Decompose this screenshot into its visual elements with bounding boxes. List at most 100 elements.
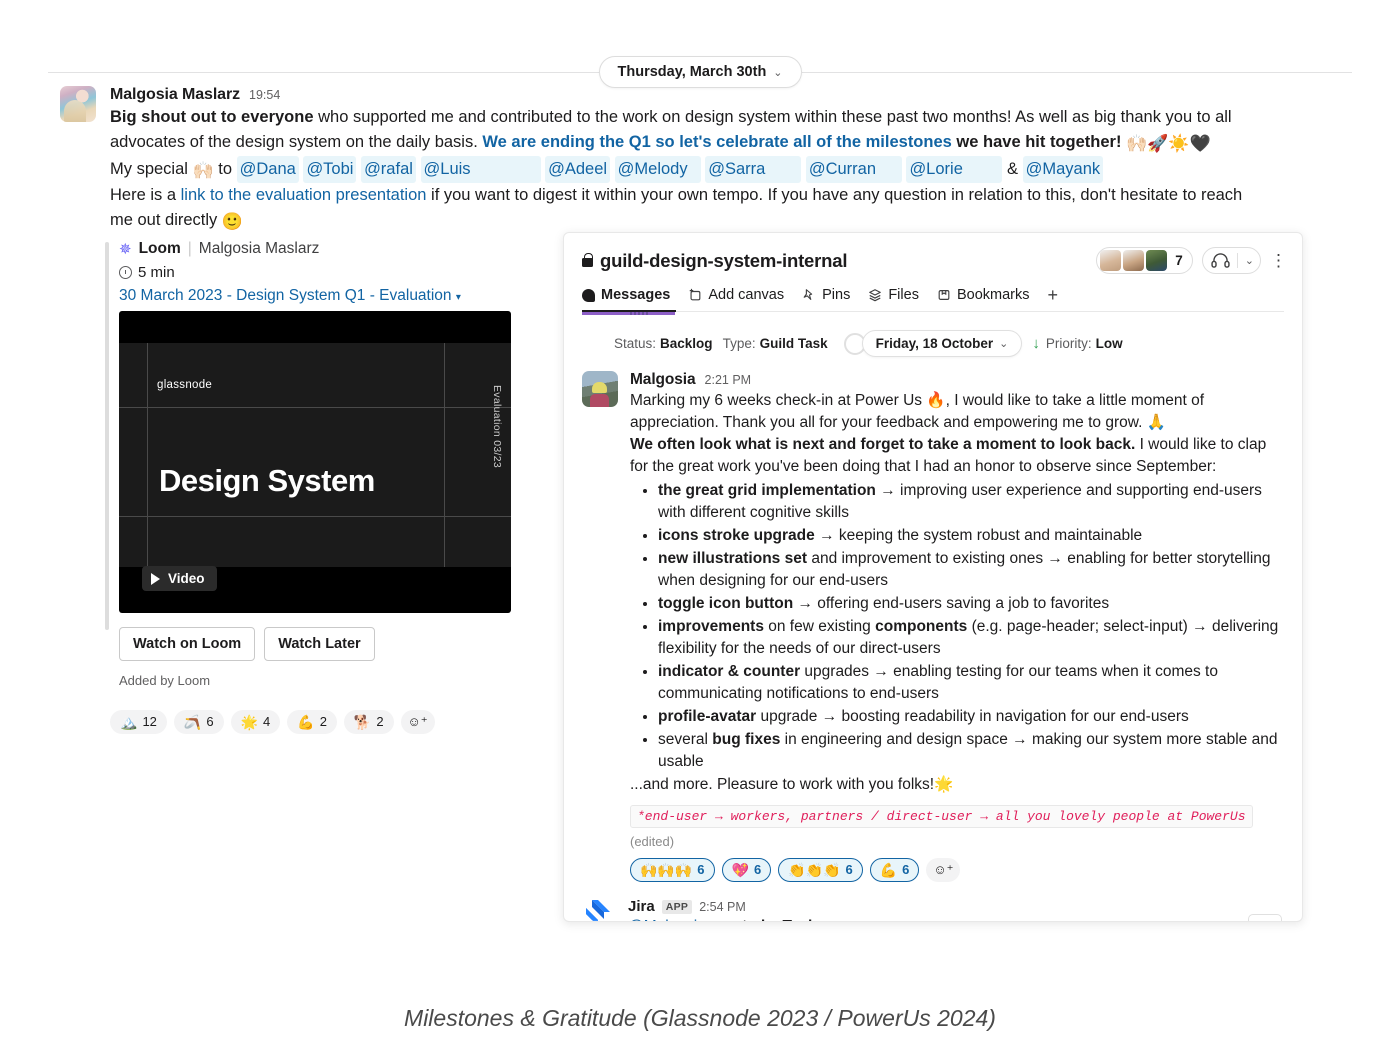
emoji-celebration: 🙌🏻🚀☀️🖤 bbox=[1126, 134, 1211, 153]
message-sender[interactable]: Malgosia bbox=[630, 371, 696, 389]
fire-icon: 🔥 bbox=[926, 392, 946, 409]
mention-sarra[interactable]: @Sarra bbox=[705, 156, 802, 183]
add-reaction-icon[interactable]: ☺⁺ bbox=[400, 710, 435, 734]
tab-files-label: Files bbox=[888, 287, 919, 303]
tab-pins[interactable]: Pins bbox=[802, 287, 850, 312]
add-reaction-icon[interactable]: ☺⁺ bbox=[926, 858, 961, 882]
tab-pins-label: Pins bbox=[822, 287, 851, 303]
avatar[interactable] bbox=[60, 86, 96, 122]
heart-reaction[interactable]: 💖 6 bbox=[721, 858, 772, 882]
boomerang-reaction-count: 6 bbox=[206, 714, 214, 729]
raised-hands-reaction[interactable]: 🙌🙌🙌 6 bbox=[630, 858, 715, 882]
text-link-milestones[interactable]: We are ending the Q1 so let's celebrate … bbox=[482, 133, 951, 151]
glowing-star-emoji-icon: 🌟 bbox=[240, 714, 259, 730]
video-badge-label: Video bbox=[168, 571, 205, 586]
muscle-reaction[interactable]: 💪 2 bbox=[287, 710, 337, 734]
text-ampersand: & bbox=[1007, 160, 1019, 178]
link-line: Here is a link to the evaluation present… bbox=[110, 183, 1265, 234]
jira-timestamp: 2:54 PM bbox=[699, 899, 746, 914]
chevron-down-icon[interactable]: ⌄ bbox=[1245, 254, 1254, 267]
type-value: Guild Task bbox=[759, 336, 828, 351]
files-icon bbox=[869, 289, 882, 302]
tab-messages-label: Messages bbox=[601, 287, 671, 303]
watch-later-button[interactable]: Watch Later bbox=[264, 627, 375, 661]
tab-bookmarks[interactable]: Bookmarks bbox=[937, 287, 1030, 312]
channel-title[interactable]: guild-design-system-internal bbox=[582, 250, 847, 272]
bullet-8-prefix: several bbox=[658, 731, 713, 748]
heart-reaction-count: 6 bbox=[753, 862, 762, 877]
clap-reaction[interactable]: 👏👏👏 6 bbox=[778, 858, 863, 882]
huddle-divider bbox=[1236, 253, 1238, 268]
chevron-down-icon[interactable]: ▾ bbox=[456, 292, 461, 303]
bullet-6-bold: indicator & counter bbox=[658, 663, 801, 680]
priority-value: Low bbox=[1095, 336, 1123, 351]
mention-mayank[interactable]: @Mayank bbox=[1022, 156, 1104, 183]
list-item: the great grid implementation → improvin… bbox=[658, 480, 1284, 524]
chevron-down-icon: ⌄ bbox=[773, 66, 783, 79]
text-bold-together: we have hit together! bbox=[951, 133, 1127, 151]
members-button[interactable]: 7 bbox=[1096, 247, 1193, 274]
message-text: Big shout out to everyone who supported … bbox=[110, 105, 1265, 234]
bullet-8-bold: bug fixes bbox=[712, 731, 781, 748]
tab-add[interactable]: + bbox=[1047, 286, 1058, 311]
slightly-smiling-face-icon: 🙂 bbox=[221, 212, 244, 231]
glowing-star-reaction[interactable]: 🌟 4 bbox=[230, 710, 281, 734]
tab-bookmarks-label: Bookmarks bbox=[956, 287, 1030, 303]
more-options-icon[interactable]: ••• bbox=[1248, 914, 1282, 921]
mention-adeel[interactable]: @Adeel bbox=[545, 156, 611, 183]
bullet-5-bold2: components bbox=[875, 618, 968, 635]
tab-files[interactable]: Files bbox=[868, 287, 919, 312]
mention-lorie[interactable]: @Lorie bbox=[906, 156, 1003, 183]
due-date-button[interactable]: Friday, 18 October ⌄ bbox=[861, 330, 1023, 357]
bookmark-icon bbox=[938, 290, 950, 300]
video-badge[interactable]: Video bbox=[142, 566, 217, 591]
muscle-reaction-count: 2 bbox=[319, 714, 327, 729]
muscle-emoji-icon: 💪 bbox=[297, 714, 315, 730]
bullet-7-rest: upgrade → boosting readability in naviga… bbox=[756, 708, 1189, 725]
jira-action-text: created a Task bbox=[706, 918, 817, 921]
message-sender[interactable]: Malgosia Maslarz bbox=[110, 86, 240, 104]
link-evaluation-presentation[interactable]: link to the evaluation presentation bbox=[181, 186, 427, 204]
slide-hline-top bbox=[119, 407, 511, 408]
loom-thumbnail[interactable]: glassnode Design System Evaluation 03/23… bbox=[119, 311, 511, 613]
loom-footer: Added by Loom bbox=[119, 673, 211, 688]
date-pill-button[interactable]: Thursday, March 30th ⌄ bbox=[598, 56, 802, 88]
tab-add-canvas[interactable]: Add canvas bbox=[688, 287, 784, 312]
mention-rafal[interactable]: @rafal bbox=[361, 156, 416, 183]
mention-curran[interactable]: @Curran bbox=[805, 156, 902, 183]
divider-rule-left bbox=[48, 71, 599, 73]
mention-tobi[interactable]: @Tobi bbox=[303, 156, 357, 183]
loom-title-link[interactable]: 30 March 2023 - Design System Q1 - Evalu… bbox=[119, 287, 535, 305]
list-item: icons stroke upgrade → keeping the syste… bbox=[658, 525, 1284, 547]
boomerang-reaction[interactable]: 🪃 6 bbox=[173, 710, 224, 734]
glassnode-logo: glassnode bbox=[157, 379, 213, 391]
loom-author: Malgosia Maslarz bbox=[198, 240, 320, 257]
muscle-reaction[interactable]: 💪 6 bbox=[869, 858, 920, 882]
mention-malgosia[interactable]: @Malgosia bbox=[628, 918, 706, 921]
mountain-reaction[interactable]: 🏔️ 12 bbox=[110, 710, 167, 734]
message-timestamp: 19:54 bbox=[249, 88, 281, 102]
dog-reaction-count: 2 bbox=[376, 714, 384, 729]
tab-add-canvas-label: Add canvas bbox=[708, 287, 785, 303]
member-count: 7 bbox=[1175, 253, 1183, 268]
para-1a: Marking my 6 weeks check-in at Power Us bbox=[630, 392, 927, 409]
priority-label: Priority: bbox=[1045, 336, 1092, 351]
avatar[interactable] bbox=[582, 371, 618, 407]
huddle-button[interactable]: ⌄ bbox=[1201, 247, 1261, 274]
loom-duration-label: 5 min bbox=[138, 264, 175, 281]
bullet-3-bold: new illustrations set bbox=[658, 550, 808, 567]
watch-on-loom-button[interactable]: Watch on Loom bbox=[119, 627, 256, 661]
raised-hands-reaction-count: 6 bbox=[697, 862, 705, 877]
panel-header: guild-design-system-internal 7 ⌄ ⋮ Messa… bbox=[564, 233, 1302, 317]
clap-emoji-icon: 👏👏👏 bbox=[788, 862, 841, 878]
more-options-icon[interactable]: ⋮ bbox=[1270, 252, 1287, 269]
code-footnote-row: *end-user → workers, partners / direct-u… bbox=[630, 805, 1284, 849]
mention-luis[interactable]: @Luis bbox=[420, 156, 541, 183]
mention-melody[interactable]: @Melody bbox=[614, 156, 701, 183]
member-avatar-2 bbox=[1123, 250, 1145, 271]
tab-messages[interactable]: Messages bbox=[582, 287, 670, 312]
dog-reaction[interactable]: 🐕 2 bbox=[343, 710, 394, 734]
mention-dana[interactable]: @Dana bbox=[236, 156, 299, 183]
add-canvas-icon bbox=[690, 288, 701, 301]
headphones-icon bbox=[1211, 253, 1230, 268]
